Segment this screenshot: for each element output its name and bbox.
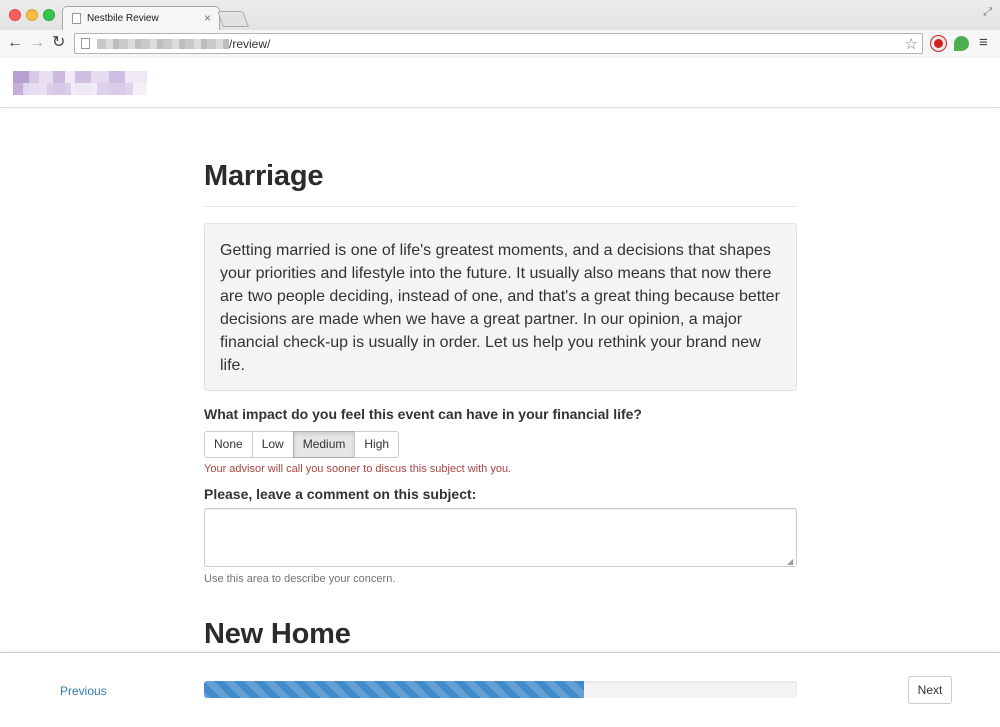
impact-option-medium[interactable]: Medium xyxy=(292,431,356,458)
section-description: Getting married is one of life's greates… xyxy=(220,242,780,374)
next-button[interactable]: Next xyxy=(908,676,952,704)
url-host-redacted xyxy=(97,39,229,49)
comment-textarea[interactable] xyxy=(204,508,797,567)
comment-help-text: Use this area to describe your concern. xyxy=(204,573,396,585)
address-bar[interactable]: /review/ ☆ xyxy=(74,33,923,54)
tab-title: Nestbile Review xyxy=(87,13,159,24)
comment-label: Please, leave a comment on this subject: xyxy=(204,486,477,502)
url-path: /review/ xyxy=(229,37,271,51)
impact-option-low[interactable]: Low xyxy=(251,431,294,458)
zoom-window-button[interactable] xyxy=(43,9,55,21)
impact-button-group: None Low Medium High xyxy=(204,431,400,458)
close-window-button[interactable] xyxy=(9,9,21,21)
tab-strip: Nestbile Review × ⤢ xyxy=(0,0,1000,31)
progress-bar xyxy=(204,681,797,698)
bookmark-star-icon[interactable]: ☆ xyxy=(905,35,918,53)
new-tab-button[interactable] xyxy=(217,11,249,27)
title-divider xyxy=(204,206,797,207)
browser-toolbar: ← → ↻ /review/ ☆ ≡ xyxy=(0,30,1000,58)
section-title-marriage: Marriage xyxy=(204,160,324,192)
extension-leaf-icon[interactable] xyxy=(954,36,969,51)
previous-link[interactable]: Previous xyxy=(60,684,107,698)
tab-close-icon[interactable]: × xyxy=(204,11,211,25)
site-logo[interactable] xyxy=(13,71,147,95)
reload-icon[interactable]: ↻ xyxy=(52,34,65,52)
progress-bar-fill xyxy=(204,681,584,698)
minimize-window-button[interactable] xyxy=(26,9,38,21)
menu-icon[interactable]: ≡ xyxy=(979,34,988,51)
page-icon xyxy=(81,38,90,49)
impact-question-label: What impact do you feel this event can h… xyxy=(204,406,642,422)
extension-red-icon[interactable] xyxy=(931,36,946,51)
advisor-note: Your advisor will call you sooner to dis… xyxy=(204,463,512,475)
review-content: Marriage Getting married is one of life'… xyxy=(204,108,797,652)
back-icon[interactable]: ← xyxy=(7,34,23,52)
browser-chrome: Nestbile Review × ⤢ ← → ↻ /review/ ☆ ≡ xyxy=(0,0,1000,58)
browser-tab[interactable]: Nestbile Review × xyxy=(62,6,220,31)
forward-icon[interactable]: → xyxy=(29,34,45,52)
section-description-well: Getting married is one of life's greates… xyxy=(204,223,797,391)
impact-option-high[interactable]: High xyxy=(354,431,400,458)
section-title-new-home: New Home xyxy=(204,618,351,650)
resize-handle-icon[interactable]: ◢ xyxy=(787,557,793,566)
page-icon xyxy=(72,13,81,24)
fullscreen-icon[interactable]: ⤢ xyxy=(983,6,992,19)
site-header xyxy=(0,58,1000,108)
impact-option-none[interactable]: None xyxy=(204,431,253,458)
review-footer: Previous Next xyxy=(0,652,1000,727)
